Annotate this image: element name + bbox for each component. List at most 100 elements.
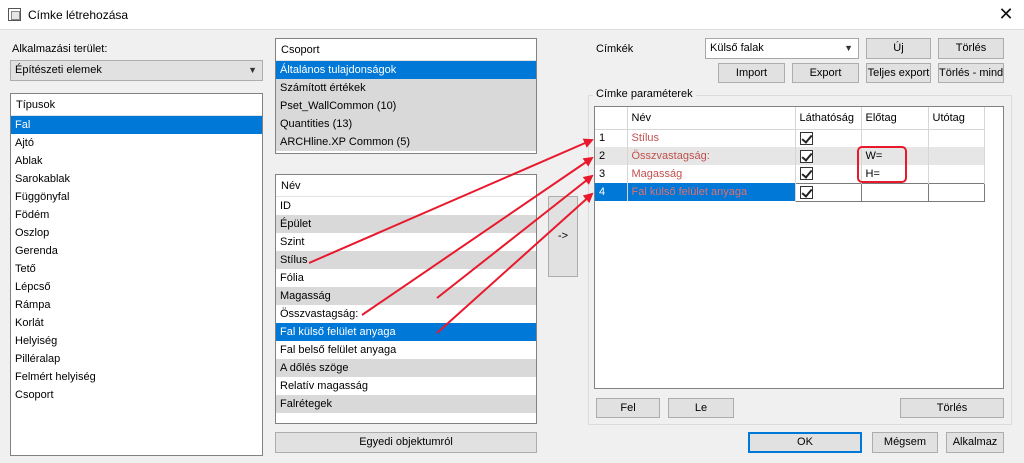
name-list-items: ID Épület Szint Stílus Fólia Magasság Összvast… bbox=[276, 197, 536, 413]
visibility-checkbox[interactable] bbox=[799, 149, 813, 163]
types-list-item[interactable]: Csoport bbox=[11, 386, 262, 404]
group-list-item[interactable]: Számított értékek bbox=[276, 79, 536, 97]
table-row[interactable]: 1 Stílus bbox=[595, 129, 985, 147]
full-export-button[interactable]: Teljes export bbox=[866, 63, 931, 83]
application-area-select[interactable]: Építészeti elemek ▼ bbox=[10, 60, 263, 81]
import-button[interactable]: Import bbox=[718, 63, 785, 83]
types-list-item[interactable]: Gerenda bbox=[11, 242, 262, 260]
visibility-cell bbox=[795, 147, 862, 165]
name-list[interactable]: Név ID Épület Szint Stílus Fólia Magasság Össz… bbox=[275, 174, 537, 424]
prefix-cell[interactable]: H= bbox=[861, 165, 929, 183]
ok-button[interactable]: OK bbox=[748, 432, 862, 453]
name-list-header: Név bbox=[276, 175, 536, 197]
delete-label-button[interactable]: Törlés bbox=[938, 38, 1004, 59]
parameters-column-header[interactable] bbox=[595, 107, 628, 130]
row-number: 2 bbox=[595, 147, 628, 165]
cancel-button[interactable]: Mégsem bbox=[872, 432, 938, 453]
types-list-item[interactable]: Lépcső bbox=[11, 278, 262, 296]
name-list-item[interactable]: Stílus bbox=[276, 251, 536, 269]
application-area-label: Alkalmazási terület: bbox=[12, 43, 108, 55]
group-list-item[interactable]: ARCHline.XP Common (5) bbox=[276, 133, 536, 151]
visibility-checkbox[interactable] bbox=[799, 167, 813, 181]
application-area-value: Építészeti elemek bbox=[15, 64, 102, 76]
prefix-cell[interactable] bbox=[861, 129, 929, 147]
types-list-item[interactable]: Födém bbox=[11, 206, 262, 224]
parameter-name: Magasság bbox=[627, 165, 796, 183]
parameters-column-header[interactable]: Láthatóság bbox=[795, 107, 862, 130]
parameters-header-row: Név Láthatóság Előtag Utótag bbox=[595, 107, 985, 130]
delete-all-button[interactable]: Törlés - mind bbox=[938, 63, 1004, 83]
move-down-button[interactable]: Le bbox=[668, 398, 734, 418]
label-parameters-title: Címke paraméterek bbox=[593, 88, 696, 100]
visibility-cell bbox=[795, 129, 862, 147]
title-bar bbox=[0, 0, 1024, 30]
suffix-cell[interactable] bbox=[928, 165, 985, 183]
row-number: 4 bbox=[595, 183, 628, 201]
visibility-checkbox[interactable] bbox=[799, 131, 813, 145]
labels-select[interactable]: Külső falak ▼ bbox=[705, 38, 859, 59]
name-list-item[interactable]: Fal belső felület anyaga bbox=[276, 341, 536, 359]
window-title: Címke létrehozása bbox=[28, 8, 129, 22]
move-up-button[interactable]: Fel bbox=[596, 398, 660, 418]
row-number: 3 bbox=[595, 165, 628, 183]
visibility-checkbox[interactable] bbox=[799, 185, 813, 199]
types-list-item[interactable]: Ablak bbox=[11, 152, 262, 170]
app-window-icon bbox=[8, 8, 21, 21]
parameters-column-header[interactable]: Utótag bbox=[928, 107, 985, 130]
parameters-grid[interactable]: Név Láthatóság Előtag Utótag 1 Stílus 2 Összvas… bbox=[594, 106, 1004, 389]
parameter-name: Fal külső felület anyaga bbox=[627, 183, 796, 201]
suffix-cell[interactable] bbox=[927, 182, 985, 202]
suffix-cell[interactable] bbox=[928, 129, 985, 147]
types-list-item[interactable]: Oszlop bbox=[11, 224, 262, 242]
parameters-column-header[interactable]: Előtag bbox=[861, 107, 929, 130]
delete-parameter-button[interactable]: Törlés bbox=[900, 398, 1004, 418]
name-list-item[interactable]: A dőlés szöge bbox=[276, 359, 536, 377]
name-list-item[interactable]: Magasság bbox=[276, 287, 536, 305]
name-list-item[interactable]: Relatív magasság bbox=[276, 377, 536, 395]
types-list-item[interactable]: Rámpa bbox=[11, 296, 262, 314]
from-object-button[interactable]: Egyedi objektumról bbox=[275, 432, 537, 453]
parameter-name: Stílus bbox=[627, 129, 796, 147]
visibility-cell bbox=[795, 165, 862, 183]
name-list-item[interactable]: Összvastagság: bbox=[276, 305, 536, 323]
types-list-item[interactable]: Sarokablak bbox=[11, 170, 262, 188]
suffix-cell[interactable] bbox=[928, 147, 985, 165]
group-list-items: Általános tulajdonságok Számított értékek… bbox=[276, 61, 536, 151]
types-list-item[interactable]: Felmért helyiség bbox=[11, 368, 262, 386]
apply-button[interactable]: Alkalmaz bbox=[946, 432, 1004, 453]
group-list-header: Csoport bbox=[276, 39, 536, 61]
types-list-item[interactable]: Korlát bbox=[11, 314, 262, 332]
prefix-cell[interactable]: W= bbox=[861, 147, 929, 165]
name-list-item[interactable]: Épület bbox=[276, 215, 536, 233]
types-list[interactable]: Típusok Fal Ajtó Ablak Sarokablak Függönyfal… bbox=[10, 93, 263, 456]
name-list-item[interactable]: Fólia bbox=[276, 269, 536, 287]
table-row[interactable]: 3 Magasság H= bbox=[595, 165, 985, 183]
name-list-item[interactable]: ID bbox=[276, 197, 536, 215]
group-list-item[interactable]: Pset_WallCommon (10) bbox=[276, 97, 536, 115]
close-icon[interactable]: ✕ bbox=[992, 2, 1020, 26]
types-list-item[interactable]: Függönyfal bbox=[11, 188, 262, 206]
chevron-down-icon: ▼ bbox=[248, 65, 257, 75]
group-list-item[interactable]: Általános tulajdonságok bbox=[276, 61, 536, 79]
table-row[interactable]: 4 Fal külső felület anyaga bbox=[595, 182, 985, 202]
types-list-item[interactable]: Helyiség bbox=[11, 332, 262, 350]
new-label-button[interactable]: Új bbox=[866, 38, 931, 59]
prefix-cell[interactable] bbox=[860, 182, 929, 202]
name-list-item[interactable]: Szint bbox=[276, 233, 536, 251]
parameter-name: Összvastagság: bbox=[627, 147, 796, 165]
table-row[interactable]: 2 Összvastagság: W= bbox=[595, 147, 985, 165]
types-list-item[interactable]: Ajtó bbox=[11, 134, 262, 152]
types-list-item[interactable]: Tető bbox=[11, 260, 262, 278]
parameters-table: Név Láthatóság Előtag Utótag 1 Stílus 2 Összvas… bbox=[595, 107, 985, 202]
transfer-button[interactable]: -> bbox=[548, 196, 578, 277]
types-list-item[interactable]: Fal bbox=[11, 116, 262, 134]
group-list[interactable]: Csoport Általános tulajdonságok Számított… bbox=[275, 38, 537, 154]
types-list-item[interactable]: Pilléralap bbox=[11, 350, 262, 368]
parameters-column-header[interactable]: Név bbox=[627, 107, 796, 130]
group-list-item[interactable]: Quantities (13) bbox=[276, 115, 536, 133]
types-list-items: Fal Ajtó Ablak Sarokablak Függönyfal Födém Osz… bbox=[11, 116, 262, 404]
export-button[interactable]: Export bbox=[792, 63, 859, 83]
name-list-item[interactable]: Falrétegek bbox=[276, 395, 536, 413]
row-number: 1 bbox=[595, 129, 628, 147]
name-list-item[interactable]: Fal külső felület anyaga bbox=[276, 323, 536, 341]
